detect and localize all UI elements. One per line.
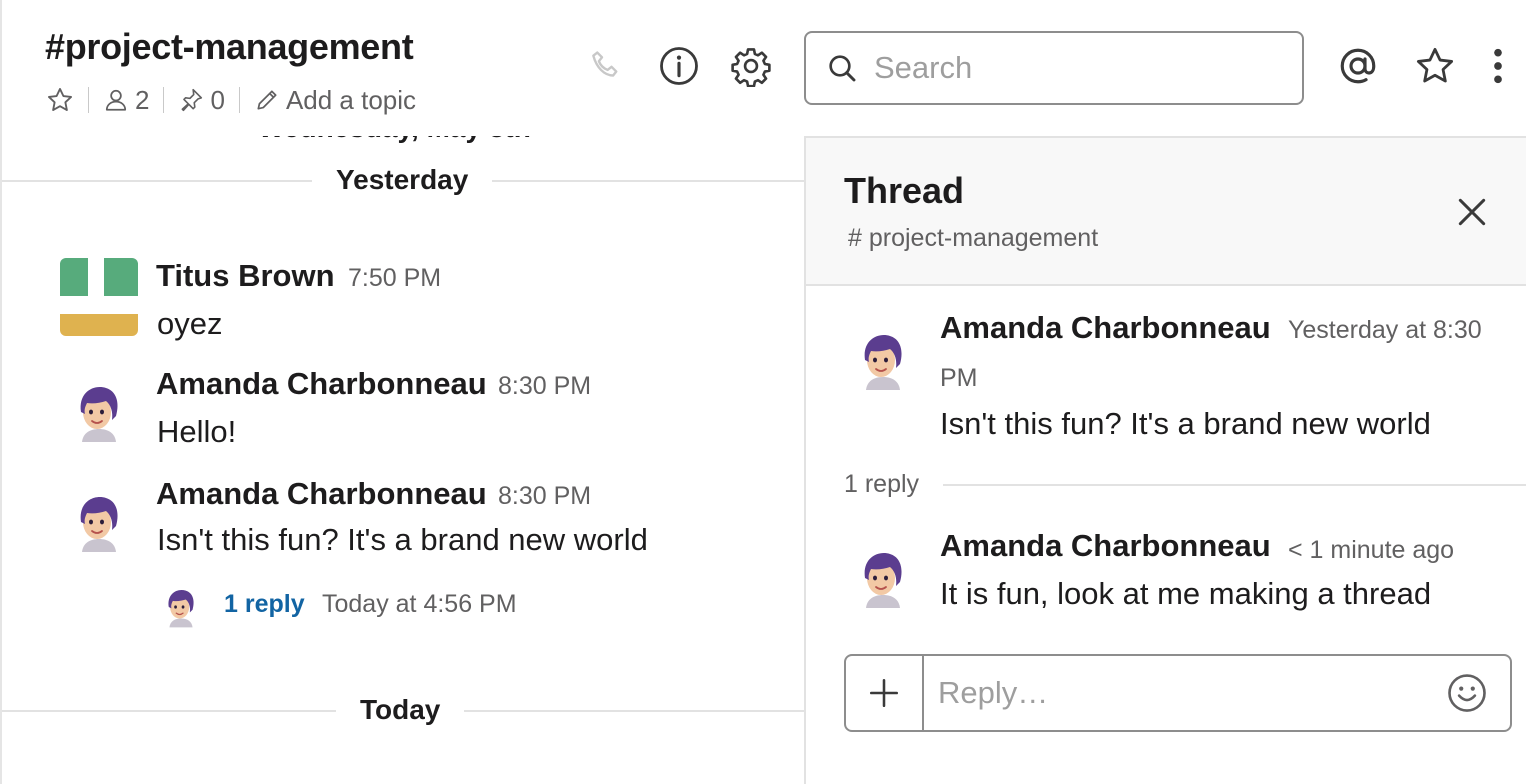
day-divider-today: Today	[336, 694, 465, 726]
message-sender[interactable]: Amanda Charbonneau	[156, 366, 487, 402]
day-divider-wednesday: Wednesday, May 8th	[234, 136, 555, 144]
phone-icon	[592, 51, 618, 77]
members-count-button[interactable]: 2	[103, 85, 149, 116]
mention-icon	[1340, 48, 1376, 84]
thread-reply-count: 1 reply	[844, 470, 944, 499]
channel-title[interactable]: #project-management	[45, 26, 414, 68]
message-timestamp[interactable]: < 1 minute ago	[1288, 536, 1454, 565]
message-sender[interactable]: Titus Brown	[156, 258, 335, 294]
thread-reply-link[interactable]: 1 reply	[224, 590, 305, 619]
person-icon	[105, 89, 127, 111]
message-text: Isn't this fun? It's a brand new world	[157, 522, 648, 557]
message-item[interactable]: Titus Brown 7:50 PM oyez	[2, 256, 804, 356]
close-thread-button[interactable]	[1452, 192, 1492, 232]
search-box[interactable]	[804, 31, 1304, 105]
pin-icon	[181, 88, 203, 112]
starred-items-button[interactable]	[1413, 44, 1457, 88]
avatar-identicon-icon	[60, 258, 138, 336]
avatar[interactable]	[858, 548, 908, 608]
avatar[interactable]	[74, 382, 124, 442]
channel-header: #project-management 2 0 Add a topic	[0, 0, 1526, 136]
search-icon	[829, 55, 856, 82]
message-timestamp[interactable]: Yesterday at 8:30	[1288, 316, 1482, 345]
pins-count: 0	[210, 84, 225, 115]
message-sender[interactable]: Amanda Charbonneau	[156, 476, 487, 512]
thread-title: Thread	[844, 170, 965, 211]
thread-reply-avatar	[164, 586, 198, 628]
star-icon	[1416, 47, 1454, 83]
gear-icon	[731, 48, 771, 87]
meta-divider	[238, 87, 240, 113]
thread-channel-link[interactable]: # project-management	[848, 224, 1098, 253]
message-timestamp-wrap[interactable]: PM	[940, 364, 978, 393]
thread-parent-message[interactable]: Amanda Charbonneau Yesterday at 8:30 PM …	[806, 308, 1526, 448]
thread-panel: Thread # project-management Amanda Charb…	[804, 136, 1526, 784]
meta-divider	[163, 87, 165, 113]
mentions-button[interactable]	[1336, 44, 1380, 88]
message-timestamp[interactable]: 7:50 PM	[348, 264, 441, 293]
call-button[interactable]	[584, 44, 628, 88]
message-item[interactable]: Amanda Charbonneau 8:30 PM Hello!	[2, 364, 804, 464]
message-sender[interactable]: Amanda Charbonneau	[940, 528, 1271, 564]
avatar[interactable]	[60, 258, 138, 336]
avatar-bitmoji-icon	[80, 497, 118, 552]
message-timestamp[interactable]: 8:30 PM	[498, 482, 591, 511]
message-text: It is fun, look at me making a thread	[940, 576, 1432, 611]
add-topic-button[interactable]: Add a topic	[254, 85, 416, 116]
star-channel-button[interactable]	[46, 86, 74, 114]
reply-input[interactable]	[938, 675, 1418, 711]
avatar-bitmoji-icon	[80, 387, 118, 442]
info-icon	[660, 47, 698, 85]
search-input[interactable]	[874, 50, 1274, 86]
more-vertical-icon	[1494, 48, 1502, 84]
avatar-bitmoji-icon	[864, 335, 902, 390]
meta-divider	[88, 87, 89, 113]
thread-reply-composer[interactable]	[844, 654, 1512, 732]
add-topic-label: Add a topic	[285, 84, 417, 115]
channel-meta: 2 0 Add a topic	[46, 84, 416, 116]
message-item[interactable]: Amanda Charbonneau 8:30 PM Isn't this fu…	[2, 474, 804, 634]
pins-count-button[interactable]: 0	[178, 84, 225, 116]
attach-button[interactable]	[846, 656, 924, 730]
channel-settings-button[interactable]	[729, 44, 773, 88]
emoji-smile-icon	[1448, 674, 1486, 712]
plus-icon	[869, 678, 899, 708]
reply-count-divider	[844, 484, 1526, 486]
avatar-bitmoji-icon	[168, 590, 194, 628]
avatar[interactable]	[858, 330, 908, 390]
message-text: Isn't this fun? It's a brand new world	[940, 406, 1431, 441]
message-sender[interactable]: Amanda Charbonneau	[940, 310, 1271, 346]
message-timestamp[interactable]: 8:30 PM	[498, 372, 591, 401]
members-count: 2	[135, 84, 150, 115]
thread-header: Thread # project-management	[806, 136, 1526, 286]
channel-details-button[interactable]	[657, 44, 701, 88]
more-options-button[interactable]	[1478, 44, 1518, 88]
avatar-bitmoji-icon	[864, 553, 902, 608]
day-divider-yesterday: Yesterday	[312, 164, 493, 196]
close-icon	[1458, 198, 1486, 226]
thread-reply-message[interactable]: Amanda Charbonneau < 1 minute ago It is …	[806, 528, 1526, 628]
message-list[interactable]: Wednesday, May 8th Yesterday Titus Brown…	[2, 136, 804, 784]
avatar[interactable]	[74, 492, 124, 552]
emoji-button[interactable]	[1446, 672, 1488, 714]
thread-last-reply-time: Today at 4:56 PM	[322, 590, 517, 618]
star-outline-icon	[47, 87, 73, 111]
message-text: oyez	[157, 306, 223, 341]
pencil-icon	[257, 90, 277, 110]
message-text: Hello!	[157, 414, 237, 449]
